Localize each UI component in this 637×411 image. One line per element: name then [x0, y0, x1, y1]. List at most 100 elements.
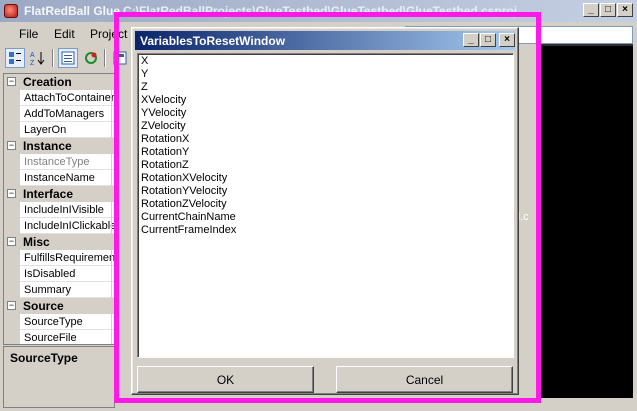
refresh-icon[interactable] [81, 48, 101, 68]
property-gutter [4, 122, 20, 138]
property-row[interactable]: FulfillsRequirement [4, 250, 115, 266]
property-splitter[interactable] [111, 314, 112, 330]
collapse-icon[interactable]: − [7, 189, 16, 198]
variables-to-reset-dialog: VariablesToResetWindow _ □ × X Y Z XVelocit… [131, 27, 519, 395]
property-splitter[interactable] [111, 154, 112, 170]
property-gutter [4, 330, 20, 344]
property-gutter [4, 314, 20, 330]
property-label: IncludeInIClickable [24, 220, 115, 232]
property-splitter[interactable] [111, 218, 112, 234]
property-category-label: Misc [23, 235, 50, 249]
cancel-button[interactable]: Cancel [336, 366, 513, 393]
property-splitter[interactable] [111, 106, 112, 122]
variable-line: XVelocity [141, 94, 187, 106]
property-row[interactable]: LayerOn [4, 122, 114, 138]
close-icon[interactable]: × [617, 3, 633, 17]
property-category[interactable]: − Source [4, 298, 114, 314]
property-gutter [4, 90, 20, 106]
property-label: Summary [24, 284, 72, 296]
toolbar-separator [52, 49, 54, 67]
property-row[interactable]: SourceType [4, 314, 114, 330]
toolbar-separator [104, 49, 106, 67]
property-row[interactable]: IsDisabled [4, 266, 114, 282]
property-category-label: Creation [23, 75, 72, 89]
property-category-label: Interface [23, 187, 74, 201]
variable-line: RotationZ [141, 159, 189, 171]
maximize-icon[interactable]: □ [600, 3, 616, 17]
property-splitter[interactable] [111, 330, 112, 344]
property-row[interactable]: Summary [4, 282, 114, 298]
variable-line: CurrentFrameIndex [141, 224, 237, 236]
property-gutter [4, 106, 20, 122]
variable-line: ZVelocity [141, 120, 186, 132]
menu-edit[interactable]: Edit [54, 27, 75, 41]
property-category-label: Instance [23, 139, 72, 153]
property-category[interactable]: − Instance [4, 138, 114, 154]
app-icon [4, 4, 18, 18]
property-row[interactable]: AttachToContainer [4, 90, 114, 106]
property-label: FulfillsRequirement [24, 252, 115, 264]
property-row[interactable]: AddToManagers [4, 106, 114, 122]
variable-line: RotationYVelocity [141, 185, 228, 197]
property-gutter [4, 266, 20, 282]
variable-line: X [141, 55, 149, 67]
property-splitter[interactable] [111, 122, 112, 138]
dialog-minimize-icon[interactable]: _ [463, 33, 479, 47]
dialog-close-icon[interactable]: × [499, 33, 515, 47]
sort-alpha-icon[interactable]: AZ [28, 48, 48, 68]
property-label: InstanceType [24, 156, 90, 168]
property-gutter [4, 170, 20, 186]
property-row[interactable]: InstanceType [4, 154, 114, 170]
property-label: IncludeInIVisible [24, 204, 104, 216]
property-row[interactable]: IncludeInIVisible [4, 202, 114, 218]
property-splitter[interactable] [111, 266, 112, 282]
property-row[interactable]: InstanceName [4, 170, 114, 186]
property-splitter[interactable] [111, 90, 112, 106]
collapse-icon[interactable]: − [7, 301, 16, 310]
property-category[interactable]: − Misc [4, 234, 114, 250]
variable-line: CurrentChainName [141, 211, 236, 223]
property-splitter[interactable] [111, 282, 112, 298]
property-gutter [4, 250, 20, 266]
collapse-icon[interactable]: − [7, 141, 16, 150]
property-splitter[interactable] [111, 250, 112, 266]
property-label: AddToManagers [24, 108, 105, 120]
property-label: SourceFile [24, 332, 77, 344]
collapse-icon[interactable]: − [7, 77, 16, 86]
variable-line: YVelocity [141, 107, 187, 119]
svg-text:Z: Z [30, 60, 35, 66]
property-description-panel: SourceType [3, 346, 115, 408]
property-category[interactable]: − Creation [4, 74, 114, 90]
property-category-label: Source [23, 299, 64, 313]
menu-file[interactable]: File [19, 27, 38, 41]
property-category[interactable]: − Interface [4, 186, 114, 202]
property-gutter [4, 202, 20, 218]
categorized-icon[interactable] [5, 48, 25, 68]
dialog-title: VariablesToResetWindow [140, 34, 286, 48]
ok-button[interactable]: OK [137, 366, 314, 393]
variable-line: Y [141, 68, 149, 80]
property-splitter[interactable] [111, 202, 112, 218]
dialog-title-bar: VariablesToResetWindow _ □ × [135, 31, 515, 50]
property-label: SourceType [24, 316, 83, 328]
dialog-maximize-icon[interactable]: □ [480, 33, 496, 47]
property-label: InstanceName [24, 172, 95, 184]
variable-line: Z [141, 81, 148, 93]
property-description-title: SourceType [10, 351, 78, 365]
output-panel [540, 45, 633, 398]
variable-line: RotationY [141, 146, 190, 158]
property-gutter [4, 218, 20, 234]
minimize-icon[interactable]: _ [583, 3, 599, 17]
property-gutter [4, 282, 20, 298]
property-row[interactable]: IncludeInIClickable [4, 218, 115, 234]
property-grid: − Creation AttachToContainer AddToManagers L… [3, 73, 115, 345]
panel-divider [540, 44, 633, 46]
property-pages-icon[interactable] [58, 48, 78, 68]
property-row[interactable]: SourceFile [4, 330, 114, 344]
collapse-icon[interactable]: − [7, 237, 16, 246]
variables-textbox[interactable]: X Y Z XVelocity YVelocity ZVelocity RotationX R… [137, 53, 514, 358]
property-splitter[interactable] [111, 170, 112, 186]
svg-text:A: A [30, 52, 35, 59]
main-window-title: FlatRedBall Glue [24, 4, 121, 18]
variable-line: RotationZVelocity [141, 198, 227, 210]
